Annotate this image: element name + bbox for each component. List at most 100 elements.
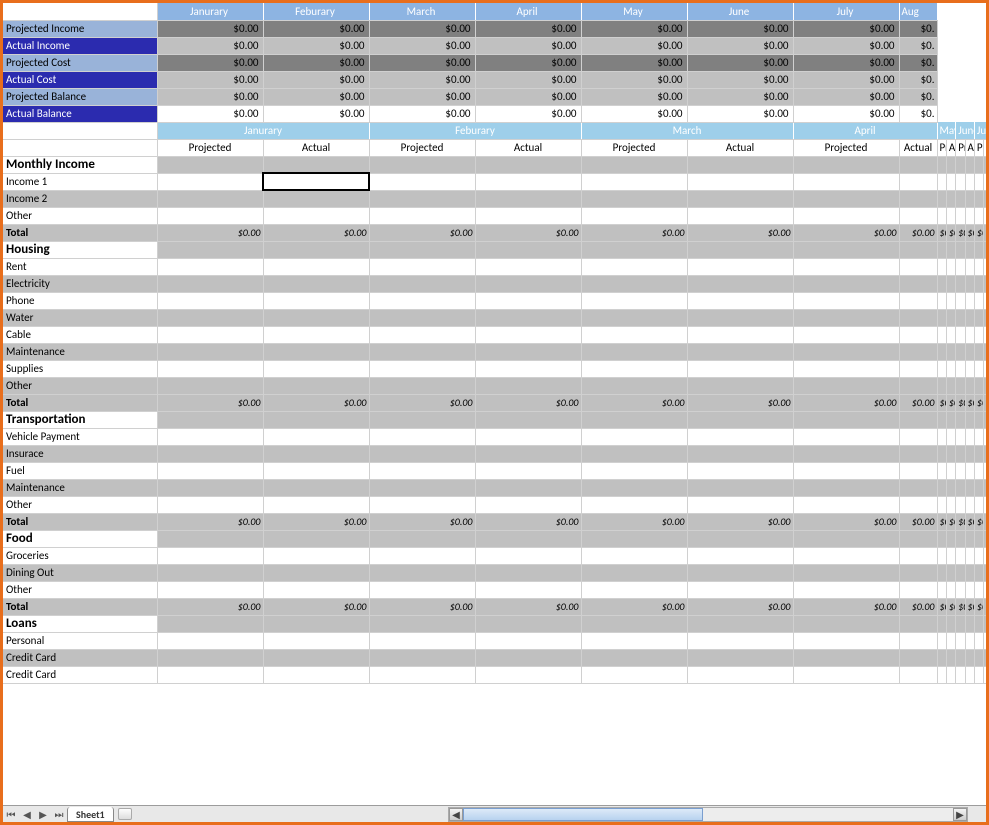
total-cell[interactable]: $0.00 — [984, 598, 986, 615]
data-cell[interactable] — [946, 326, 955, 343]
data-cell[interactable] — [965, 496, 974, 513]
data-cell[interactable] — [946, 360, 955, 377]
data-cell[interactable] — [899, 632, 937, 649]
cell[interactable] — [793, 241, 899, 258]
cell[interactable] — [974, 411, 983, 428]
data-cell[interactable] — [974, 581, 983, 598]
summary-cell[interactable]: $0. — [899, 88, 937, 105]
cell[interactable] — [157, 530, 263, 547]
data-cell[interactable] — [965, 292, 974, 309]
data-cell[interactable] — [984, 258, 986, 275]
data-cell[interactable] — [687, 496, 793, 513]
data-cell[interactable] — [581, 275, 687, 292]
data-cell[interactable] — [984, 445, 986, 462]
cell[interactable] — [946, 241, 955, 258]
data-cell[interactable] — [937, 258, 946, 275]
data-cell[interactable] — [475, 649, 581, 666]
data-cell[interactable] — [974, 343, 983, 360]
data-cell[interactable] — [937, 326, 946, 343]
total-cell[interactable]: $0.00 — [974, 598, 983, 615]
data-cell[interactable] — [369, 496, 475, 513]
cell[interactable] — [369, 530, 475, 547]
cell[interactable] — [157, 411, 263, 428]
cell[interactable] — [974, 615, 983, 632]
data-cell[interactable] — [687, 258, 793, 275]
tab-nav-first[interactable]: ⏮ — [3, 807, 19, 821]
data-cell[interactable] — [157, 564, 263, 581]
cell[interactable] — [263, 615, 369, 632]
data-cell[interactable] — [369, 462, 475, 479]
data-cell[interactable] — [475, 445, 581, 462]
summary-cell[interactable]: $0.00 — [475, 20, 581, 37]
data-cell[interactable] — [793, 275, 899, 292]
data-cell[interactable] — [263, 496, 369, 513]
total-cell[interactable]: $0.00 — [369, 394, 475, 411]
cell[interactable] — [984, 241, 986, 258]
data-cell[interactable] — [946, 207, 955, 224]
data-cell[interactable] — [157, 377, 263, 394]
summary-cell[interactable]: $0.00 — [475, 71, 581, 88]
data-cell[interactable] — [157, 207, 263, 224]
cell[interactable] — [793, 156, 899, 173]
total-cell[interactable]: $0.00 — [263, 394, 369, 411]
data-cell[interactable] — [965, 326, 974, 343]
data-cell[interactable] — [946, 666, 955, 683]
cell[interactable] — [984, 530, 986, 547]
data-cell[interactable] — [946, 462, 955, 479]
total-cell[interactable]: $0.00 — [937, 598, 946, 615]
data-cell[interactable] — [581, 632, 687, 649]
cell[interactable] — [263, 411, 369, 428]
summary-cell[interactable]: $0.00 — [793, 105, 899, 122]
total-cell[interactable]: $0.00 — [793, 513, 899, 530]
data-cell[interactable] — [793, 666, 899, 683]
data-cell[interactable] — [793, 207, 899, 224]
total-cell[interactable]: $0.00 — [369, 513, 475, 530]
data-cell[interactable] — [965, 581, 974, 598]
data-cell[interactable] — [937, 462, 946, 479]
cell[interactable] — [984, 156, 986, 173]
cell[interactable] — [956, 156, 965, 173]
data-cell[interactable] — [937, 496, 946, 513]
summary-cell[interactable]: $0.00 — [687, 88, 793, 105]
data-cell[interactable] — [581, 547, 687, 564]
data-cell[interactable] — [984, 275, 986, 292]
data-cell[interactable] — [475, 462, 581, 479]
cell[interactable] — [956, 615, 965, 632]
summary-cell[interactable]: $0. — [899, 20, 937, 37]
data-cell[interactable] — [946, 173, 955, 190]
total-cell[interactable]: $0.00 — [369, 224, 475, 241]
scroll-left-button[interactable]: ◀ — [449, 808, 463, 821]
total-cell[interactable]: $0.00 — [475, 224, 581, 241]
data-cell[interactable] — [946, 377, 955, 394]
data-cell[interactable] — [263, 258, 369, 275]
data-cell[interactable] — [793, 309, 899, 326]
data-cell[interactable] — [937, 564, 946, 581]
data-cell[interactable] — [687, 309, 793, 326]
data-cell[interactable] — [687, 275, 793, 292]
data-cell[interactable] — [581, 326, 687, 343]
cell[interactable] — [687, 615, 793, 632]
total-cell[interactable]: $0.00 — [974, 224, 983, 241]
data-cell[interactable] — [581, 496, 687, 513]
total-cell[interactable]: $0.00 — [581, 513, 687, 530]
data-cell[interactable] — [984, 649, 986, 666]
data-cell[interactable] — [965, 275, 974, 292]
data-cell[interactable] — [965, 360, 974, 377]
data-cell[interactable] — [956, 649, 965, 666]
data-cell[interactable] — [965, 547, 974, 564]
data-cell[interactable] — [984, 428, 986, 445]
data-cell[interactable] — [946, 632, 955, 649]
total-cell[interactable]: $0.00 — [946, 394, 955, 411]
data-cell[interactable] — [937, 275, 946, 292]
data-cell[interactable] — [937, 360, 946, 377]
data-cell[interactable] — [581, 190, 687, 207]
tab-nav-next[interactable]: ▶ — [35, 807, 51, 821]
data-cell[interactable] — [581, 666, 687, 683]
data-cell[interactable] — [793, 258, 899, 275]
data-cell[interactable] — [956, 547, 965, 564]
data-cell[interactable] — [263, 190, 369, 207]
total-cell[interactable]: $0.00 — [899, 394, 937, 411]
data-cell[interactable] — [956, 479, 965, 496]
data-cell[interactable] — [965, 258, 974, 275]
total-cell[interactable]: $0.00 — [946, 224, 955, 241]
